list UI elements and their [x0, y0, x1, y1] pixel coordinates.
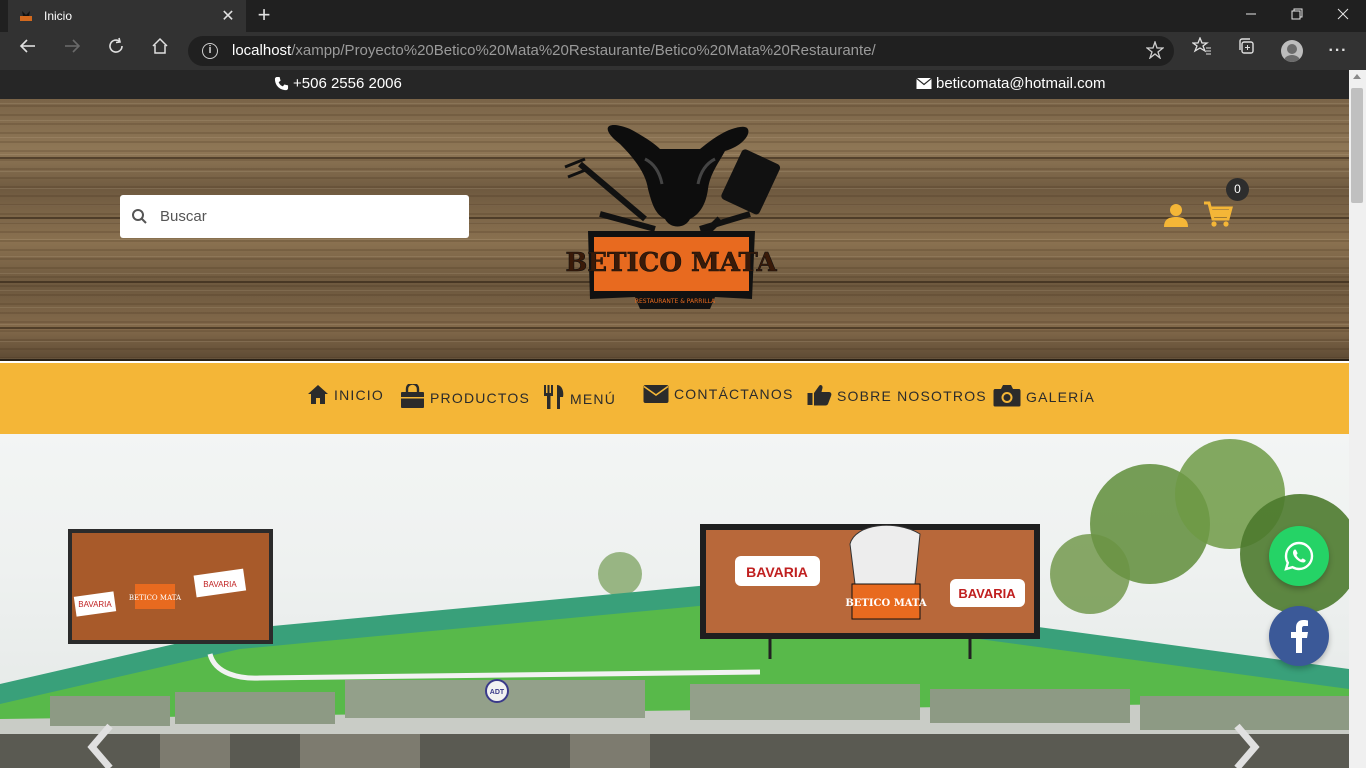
- url-host: localhost: [232, 42, 292, 59]
- collections-button[interactable]: [1230, 37, 1262, 65]
- small-sign-right-text: BAVARIA: [203, 580, 237, 589]
- home-button[interactable]: [144, 37, 176, 65]
- envelope-icon: [916, 77, 932, 89]
- restore-icon: [1291, 8, 1303, 20]
- reload-button[interactable]: [100, 37, 132, 65]
- search-icon: [132, 208, 147, 224]
- contact-topbar: +506 2556 2006 beticomata@hotmail.com: [0, 70, 1349, 99]
- whatsapp-icon: [1284, 541, 1314, 571]
- close-window-button[interactable]: [1320, 0, 1366, 32]
- restaurant-photo: BAVARIA BAVARIA BETICO MATA BAVARIA BAVA…: [0, 439, 1349, 768]
- minimize-icon: [1246, 13, 1256, 15]
- big-sign-logo-text: BETICO MATA: [845, 598, 927, 609]
- nav-label-contactanos: CONTÁCTANOS: [674, 386, 794, 402]
- reload-icon: [109, 37, 123, 53]
- facebook-button[interactable]: [1269, 606, 1329, 666]
- carousel-next-arrow-icon[interactable]: [1229, 722, 1263, 768]
- restore-button[interactable]: [1274, 0, 1320, 32]
- nav-item-contactanos[interactable]: CONTÁCTANOS: [643, 384, 794, 404]
- nav-item-productos[interactable]: PRODUCTOS: [400, 384, 530, 408]
- search-box[interactable]: [120, 195, 469, 238]
- wood-plank-divider: [0, 327, 1349, 329]
- hero-carousel: BAVARIA BAVARIA BETICO MATA BAVARIA BAVA…: [0, 434, 1349, 768]
- nav-item-inicio[interactable]: INICIO: [307, 384, 384, 405]
- envelope-icon: [643, 385, 669, 403]
- forward-arrow-icon: [65, 39, 81, 53]
- page-scrollbar[interactable]: [1349, 70, 1366, 768]
- phone-contact[interactable]: +506 2556 2006: [274, 75, 402, 92]
- nav-label-inicio: INICIO: [334, 387, 384, 403]
- nav-label-galeria: GALERÍA: [1026, 389, 1096, 405]
- favorites-button[interactable]: [1186, 36, 1218, 65]
- settings-more-button[interactable]: ···: [1322, 37, 1354, 65]
- nav-item-sobre-nosotros[interactable]: SOBRE NOSOTROS: [807, 384, 987, 406]
- back-arrow-icon: [19, 39, 35, 53]
- betico-mata-logo[interactable]: BETICO MATA RESTAURANTE & PARRILLA: [560, 119, 790, 319]
- home-icon: [308, 385, 328, 404]
- whatsapp-button[interactable]: [1269, 526, 1329, 586]
- home-icon: [152, 37, 168, 54]
- url-path: /xampp/Proyecto%20Betico%20Mata%20Restau…: [291, 42, 876, 59]
- user-account-icon[interactable]: [1163, 202, 1189, 228]
- thumbs-up-icon: [807, 384, 832, 406]
- cart-count-badge: 0: [1226, 178, 1249, 201]
- browser-tab[interactable]: Inicio ✕: [8, 0, 246, 32]
- scroll-thumb[interactable]: [1351, 88, 1363, 203]
- back-button[interactable]: [12, 37, 44, 65]
- adt-badge-text: ADT: [490, 689, 505, 696]
- close-tab-icon[interactable]: ✕: [216, 6, 240, 26]
- web-page: +506 2556 2006 beticomata@hotmail.com Bu…: [0, 70, 1349, 768]
- nav-item-menu[interactable]: MENÚ: [543, 384, 616, 409]
- utensils-icon: [544, 385, 564, 409]
- site-info-icon[interactable]: i: [202, 43, 218, 59]
- browser-tab-bar: Inicio ✕ +: [0, 0, 1366, 32]
- shopping-cart-icon[interactable]: [1203, 200, 1233, 228]
- tab-title: Inicio: [44, 9, 73, 23]
- forward-button[interactable]: [56, 37, 88, 65]
- email-contact[interactable]: beticomata@hotmail.com: [916, 75, 1105, 92]
- add-favorite-icon[interactable]: [1146, 41, 1164, 59]
- carousel-prev-arrow-icon[interactable]: [84, 722, 118, 768]
- small-sign-left-text: BAVARIA: [78, 600, 112, 609]
- main-navigation: INICIO PRODUCTOS MENÚ CONTÁCTANOS SOBRE …: [0, 363, 1349, 434]
- logo-subtext: RESTAURANTE & PARRILLA: [635, 298, 716, 305]
- nav-label-productos: PRODUCTOS: [430, 390, 530, 406]
- nav-item-galeria[interactable]: GALERÍA: [993, 384, 1095, 407]
- address-bar[interactable]: i localhost/xampp/Proyecto%20Betico%20Ma…: [188, 36, 1174, 66]
- phone-icon: [274, 76, 289, 91]
- search-input[interactable]: [160, 208, 450, 225]
- browser-toolbar: i localhost/xampp/Proyecto%20Betico%20Ma…: [0, 32, 1366, 70]
- email-address: beticomata@hotmail.com: [936, 75, 1106, 92]
- small-sign-mid-text: BETICO MATA: [129, 594, 182, 602]
- close-icon: [1337, 8, 1349, 20]
- phone-number: +506 2556 2006: [293, 75, 402, 92]
- restaurant-favicon-icon: [20, 11, 32, 21]
- new-tab-button[interactable]: +: [252, 4, 276, 28]
- logo-brand-text: BETICO MATA: [565, 248, 777, 278]
- big-sign-left-text: BAVARIA: [746, 564, 808, 580]
- favorites-icon: [1191, 36, 1211, 55]
- big-sign-right-text: BAVARIA: [958, 586, 1016, 601]
- profile-avatar[interactable]: [1281, 40, 1303, 62]
- camera-icon: [993, 385, 1021, 407]
- shopping-bag-icon: [401, 384, 424, 408]
- site-header: BETICO MATA RESTAURANTE & PARRILLA 0: [0, 99, 1349, 361]
- nav-label-sobre-nosotros: SOBRE NOSOTROS: [837, 388, 987, 404]
- facebook-icon: [1291, 620, 1308, 653]
- collections-icon: [1239, 38, 1254, 54]
- url-text[interactable]: localhost/xampp/Proyecto%20Betico%20Mata…: [232, 42, 876, 59]
- nav-label-menu: MENÚ: [570, 391, 617, 407]
- minimize-button[interactable]: [1228, 0, 1274, 32]
- scroll-up-arrow-icon[interactable]: [1353, 74, 1361, 79]
